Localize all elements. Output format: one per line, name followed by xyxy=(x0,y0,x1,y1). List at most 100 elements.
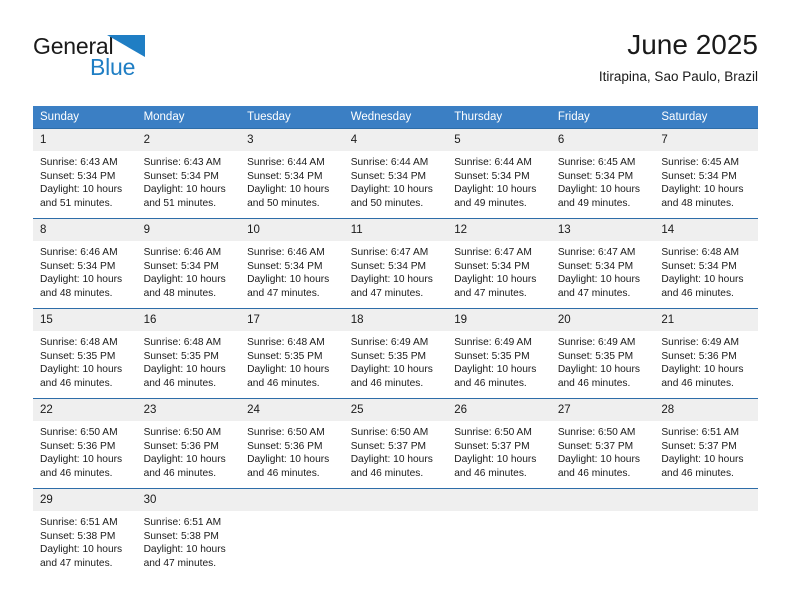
day-cell[interactable]: 7 Sunrise: 6:45 AM Sunset: 5:34 PM Dayli… xyxy=(654,128,758,219)
day-cell-empty[interactable] xyxy=(240,488,344,579)
day-number xyxy=(550,489,655,511)
sunset-text: Sunset: 5:36 PM xyxy=(143,440,219,452)
day-cell[interactable]: 5 Sunrise: 6:44 AM Sunset: 5:34 PM Dayli… xyxy=(447,128,551,219)
calendar-page: General Blue June 2025 Itirapina, Sao Pa… xyxy=(0,0,792,612)
day-info: Sunrise: 6:49 AM Sunset: 5:35 PM Dayligh… xyxy=(551,331,655,390)
sunrise-text: Sunrise: 6:49 AM xyxy=(454,337,532,348)
sunset-text: Sunset: 5:38 PM xyxy=(40,530,116,542)
day-info xyxy=(240,511,344,516)
brand-name-bottom: Blue xyxy=(90,54,136,80)
day-cell[interactable]: 14 Sunrise: 6:48 AM Sunset: 5:34 PM Dayl… xyxy=(654,218,758,309)
day-info xyxy=(344,511,448,516)
day-cell[interactable]: 20 Sunrise: 6:49 AM Sunset: 5:35 PM Dayl… xyxy=(550,308,655,399)
sunrise-text: Sunrise: 6:50 AM xyxy=(454,427,532,438)
day-cell[interactable]: 19 Sunrise: 6:49 AM Sunset: 5:35 PM Dayl… xyxy=(447,308,551,399)
day-number: 22 xyxy=(33,399,137,421)
day-number: 2 xyxy=(136,129,241,151)
daylight-text-line2: and 47 minutes. xyxy=(143,557,217,569)
sunset-text: Sunset: 5:34 PM xyxy=(143,170,219,182)
brand-logo[interactable]: General Blue xyxy=(33,33,213,89)
sunrise-text: Sunrise: 6:51 AM xyxy=(40,517,118,528)
sunset-text: Sunset: 5:35 PM xyxy=(247,350,323,362)
day-cell[interactable]: 30 Sunrise: 6:51 AM Sunset: 5:38 PM Dayl… xyxy=(136,488,241,579)
daylight-text-line2: and 47 minutes. xyxy=(350,287,424,299)
sunrise-text: Sunrise: 6:50 AM xyxy=(247,427,325,438)
day-number: 26 xyxy=(447,399,551,421)
day-cell[interactable]: 2 Sunrise: 6:43 AM Sunset: 5:34 PM Dayli… xyxy=(136,128,241,219)
weekday-header-thursday: Thursday xyxy=(447,106,551,129)
sunrise-text: Sunrise: 6:44 AM xyxy=(247,157,325,168)
day-cell-empty[interactable] xyxy=(447,488,551,579)
day-cell[interactable]: 29 Sunrise: 6:51 AM Sunset: 5:38 PM Dayl… xyxy=(33,488,137,579)
sunrise-text: Sunrise: 6:45 AM xyxy=(557,157,636,168)
day-cell[interactable]: 18 Sunrise: 6:49 AM Sunset: 5:35 PM Dayl… xyxy=(343,308,448,399)
day-number: 8 xyxy=(33,219,137,241)
daylight-text-line2: and 46 minutes. xyxy=(557,467,631,479)
day-cell[interactable]: 17 Sunrise: 6:48 AM Sunset: 5:35 PM Dayl… xyxy=(240,308,344,399)
day-info: Sunrise: 6:47 AM Sunset: 5:34 PM Dayligh… xyxy=(447,241,551,300)
day-number: 13 xyxy=(550,219,655,241)
day-cell-empty[interactable] xyxy=(343,488,448,579)
day-cell[interactable]: 1 Sunrise: 6:43 AM Sunset: 5:34 PM Dayli… xyxy=(33,128,137,219)
daylight-text-line1: Daylight: 10 hours xyxy=(661,454,744,466)
day-info: Sunrise: 6:50 AM Sunset: 5:37 PM Dayligh… xyxy=(447,421,551,480)
day-info xyxy=(447,511,551,516)
day-cell[interactable]: 8 Sunrise: 6:46 AM Sunset: 5:34 PM Dayli… xyxy=(33,218,137,309)
weekday-header-saturday: Saturday xyxy=(654,106,758,129)
day-cell-empty[interactable] xyxy=(550,488,655,579)
day-cell[interactable]: 6 Sunrise: 6:45 AM Sunset: 5:34 PM Dayli… xyxy=(550,128,655,219)
day-cell[interactable]: 27 Sunrise: 6:50 AM Sunset: 5:37 PM Dayl… xyxy=(550,398,655,489)
day-info xyxy=(654,511,758,516)
day-cell[interactable]: 3 Sunrise: 6:44 AM Sunset: 5:34 PM Dayli… xyxy=(240,128,344,219)
day-info: Sunrise: 6:43 AM Sunset: 5:34 PM Dayligh… xyxy=(137,151,241,210)
day-cell[interactable]: 11 Sunrise: 6:47 AM Sunset: 5:34 PM Dayl… xyxy=(343,218,448,309)
day-number: 25 xyxy=(343,399,448,421)
daylight-text-line1: Daylight: 10 hours xyxy=(350,454,433,466)
week-row: 15 Sunrise: 6:48 AM Sunset: 5:35 PM Dayl… xyxy=(33,308,758,399)
daylight-text-line1: Daylight: 10 hours xyxy=(557,454,640,466)
daylight-text-line1: Daylight: 10 hours xyxy=(557,274,640,286)
day-cell[interactable]: 22 Sunrise: 6:50 AM Sunset: 5:36 PM Dayl… xyxy=(33,398,137,489)
day-info: Sunrise: 6:47 AM Sunset: 5:34 PM Dayligh… xyxy=(551,241,655,300)
day-cell[interactable]: 23 Sunrise: 6:50 AM Sunset: 5:36 PM Dayl… xyxy=(136,398,241,489)
day-cell[interactable]: 16 Sunrise: 6:48 AM Sunset: 5:35 PM Dayl… xyxy=(136,308,241,399)
daylight-text-line1: Daylight: 10 hours xyxy=(350,274,433,286)
day-cell[interactable]: 12 Sunrise: 6:47 AM Sunset: 5:34 PM Dayl… xyxy=(447,218,551,309)
sunset-text: Sunset: 5:36 PM xyxy=(247,440,323,452)
day-number xyxy=(654,489,758,511)
day-cell[interactable]: 28 Sunrise: 6:51 AM Sunset: 5:37 PM Dayl… xyxy=(654,398,758,489)
daylight-text-line2: and 46 minutes. xyxy=(557,377,631,389)
day-number: 23 xyxy=(136,399,241,421)
day-number: 17 xyxy=(240,309,344,331)
weekday-header-sunday: Sunday xyxy=(33,106,137,129)
daylight-text-line2: and 46 minutes. xyxy=(661,287,734,299)
day-cell[interactable]: 15 Sunrise: 6:48 AM Sunset: 5:35 PM Dayl… xyxy=(33,308,137,399)
daylight-text-line1: Daylight: 10 hours xyxy=(247,454,330,466)
sunrise-text: Sunrise: 6:44 AM xyxy=(454,157,532,168)
day-cell[interactable]: 9 Sunrise: 6:46 AM Sunset: 5:34 PM Dayli… xyxy=(136,218,241,309)
day-number: 27 xyxy=(550,399,655,421)
weekday-header-friday: Friday xyxy=(550,106,655,129)
daylight-text-line1: Daylight: 10 hours xyxy=(661,184,744,196)
day-cell[interactable]: 21 Sunrise: 6:49 AM Sunset: 5:36 PM Dayl… xyxy=(654,308,758,399)
day-number: 10 xyxy=(240,219,344,241)
day-number: 18 xyxy=(343,309,448,331)
daylight-text-line1: Daylight: 10 hours xyxy=(454,454,537,466)
day-cell[interactable]: 4 Sunrise: 6:44 AM Sunset: 5:34 PM Dayli… xyxy=(343,128,448,219)
day-number: 9 xyxy=(136,219,241,241)
daylight-text-line1: Daylight: 10 hours xyxy=(661,364,744,376)
sunset-text: Sunset: 5:37 PM xyxy=(557,440,634,452)
daylight-text-line2: and 49 minutes. xyxy=(454,197,527,209)
day-cell[interactable]: 10 Sunrise: 6:46 AM Sunset: 5:34 PM Dayl… xyxy=(240,218,344,309)
weekday-header-tuesday: Tuesday xyxy=(240,106,344,129)
day-number: 14 xyxy=(654,219,758,241)
day-cell-empty[interactable] xyxy=(654,488,758,579)
daylight-text-line2: and 50 minutes. xyxy=(247,197,320,209)
sunset-text: Sunset: 5:34 PM xyxy=(247,170,323,182)
day-cell[interactable]: 26 Sunrise: 6:50 AM Sunset: 5:37 PM Dayl… xyxy=(447,398,551,489)
day-cell[interactable]: 25 Sunrise: 6:50 AM Sunset: 5:37 PM Dayl… xyxy=(343,398,448,489)
day-cell[interactable]: 13 Sunrise: 6:47 AM Sunset: 5:34 PM Dayl… xyxy=(550,218,655,309)
day-cell[interactable]: 24 Sunrise: 6:50 AM Sunset: 5:36 PM Dayl… xyxy=(240,398,344,489)
sunset-text: Sunset: 5:35 PM xyxy=(143,350,219,362)
daylight-text-line1: Daylight: 10 hours xyxy=(454,364,537,376)
